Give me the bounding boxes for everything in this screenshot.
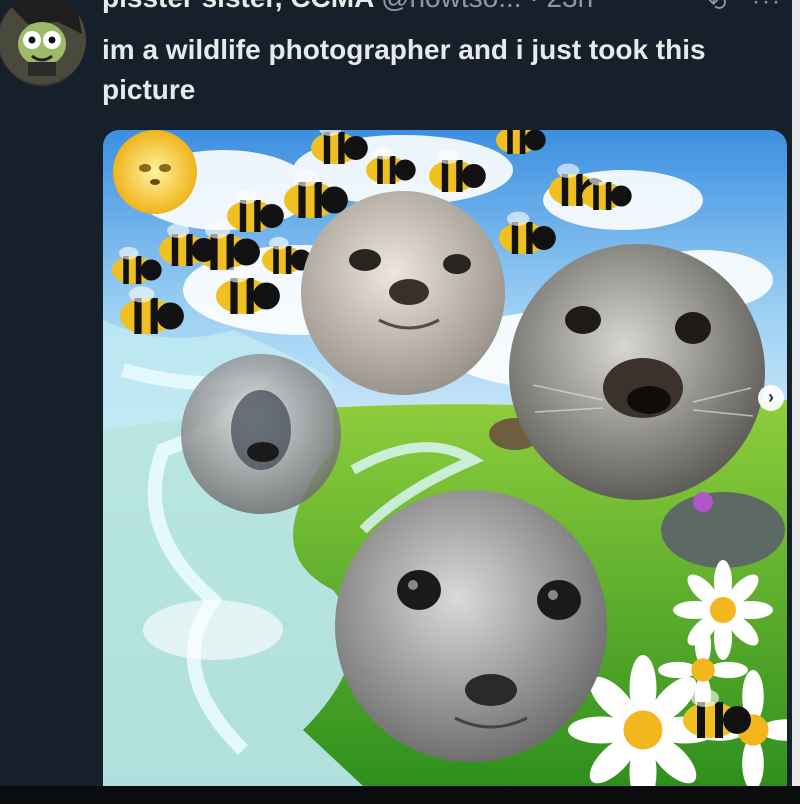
rock: [661, 492, 785, 568]
next-image-button[interactable]: ›: [758, 385, 784, 411]
avatar[interactable]: [0, 0, 86, 86]
author-name[interactable]: pisster sister, CCMA: [102, 0, 373, 13]
timestamp[interactable]: 23h: [546, 0, 593, 13]
seal-balloon-bottom: [335, 490, 607, 762]
tweet-container: pisster sister, CCMA @nowtso... · 23h ⟲ …: [0, 0, 800, 804]
tweet-text: im a wildlife photographer and i just to…: [102, 34, 706, 105]
tweet-header: pisster sister, CCMA @nowtso... · 23h: [102, 0, 782, 16]
bottom-bar: [0, 786, 800, 804]
page-edge: [792, 0, 800, 804]
separator: ·: [529, 0, 538, 13]
grok-icon[interactable]: ⟲: [708, 0, 726, 16]
seal-balloon-right: [509, 244, 765, 500]
seal-balloon-top: [301, 191, 505, 395]
avatar-image: [0, 0, 86, 84]
author-handle[interactable]: @nowtso...: [381, 0, 521, 13]
sun: [113, 130, 197, 214]
tweet-media-image[interactable]: [103, 130, 787, 786]
collage-image: [103, 130, 787, 786]
more-options-icon[interactable]: ···: [752, 0, 782, 16]
seal-balloon-left: [181, 354, 341, 514]
